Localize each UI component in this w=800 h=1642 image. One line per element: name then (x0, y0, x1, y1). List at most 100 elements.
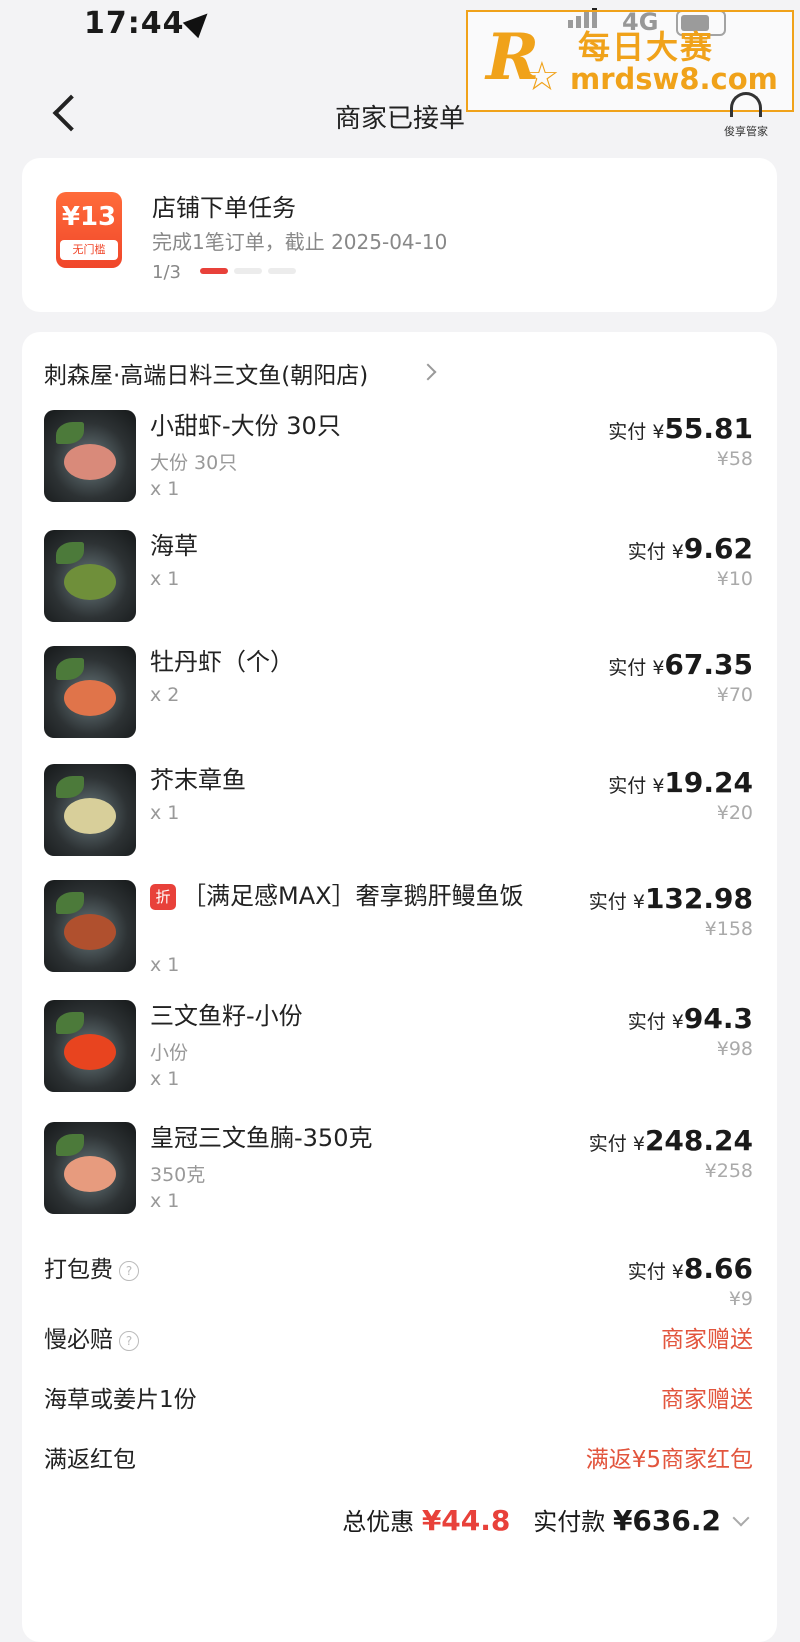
item-name: 芥末章鱼 (150, 764, 570, 796)
order-item[interactable]: 小甜虾-大份 30只大份 30只 x 1 实付 ¥55.81 ¥58 (22, 410, 777, 520)
fee-row: 慢必赔? 商家赠送 (22, 1320, 777, 1364)
item-quantity: x 1 (150, 478, 180, 500)
garnish-leaf (56, 1012, 84, 1034)
original-price: ¥20 (716, 802, 753, 824)
discount-tag: 折 (150, 884, 176, 910)
item-spec: 350克 (150, 1164, 206, 1186)
paid-value: 248.24 (644, 1124, 753, 1157)
item-name: 折 ［满足感MAX］奢享鹅肝鳗鱼饭 (150, 880, 570, 912)
paid-value: 94.3 (683, 1002, 753, 1035)
item-paid: 实付 ¥248.24 (589, 1124, 753, 1157)
item-name: 海草 (150, 530, 570, 562)
item-quantity: x 2 (150, 684, 180, 706)
fee-label-text: 打包费 (44, 1257, 113, 1283)
total-paid-value: ¥636.2 (612, 1504, 721, 1537)
item-quantity: x 1 (150, 802, 180, 824)
chevron-down-icon[interactable] (732, 1509, 750, 1527)
order-item[interactable]: 芥末章鱼 x 1 实付 ¥19.24 ¥20 (22, 764, 777, 874)
original-price: ¥9 (728, 1288, 753, 1310)
food-image (64, 680, 116, 716)
original-price: ¥258 (704, 1160, 753, 1182)
order-item[interactable]: 牡丹虾（个） x 2 实付 ¥67.35 ¥70 (22, 646, 777, 756)
coupon-icon: ¥13 无门槛 (56, 192, 122, 268)
order-item[interactable]: 三文鱼籽-小份小份 x 1 实付 ¥94.3 ¥98 (22, 1000, 777, 1110)
shop-name-link[interactable]: 刺森屋·高端日料三文鱼(朝阳店) (44, 356, 368, 390)
task-progress-text: 1/3 (152, 262, 181, 283)
fee-label: 打包费? (44, 1250, 139, 1284)
fee-row: 海草或姜片1份 商家赠送 (22, 1380, 777, 1424)
item-spec: 大份 30只 (150, 452, 238, 474)
total-paid-label: 实付款 (533, 1508, 606, 1536)
item-name: 三文鱼籽-小份 (150, 1000, 570, 1032)
fee-note: 满返¥5商家红包 (585, 1447, 753, 1473)
coupon-amount: ¥13 (61, 202, 117, 232)
page-title: 商家已接单 (334, 104, 465, 134)
paid-label: 实付 ¥ (588, 1133, 645, 1155)
garnish-leaf (56, 542, 84, 564)
item-quantity: x 1 (150, 1190, 180, 1212)
item-name-text: 牡丹虾（个） (150, 648, 294, 676)
help-icon[interactable]: ? (119, 1261, 139, 1281)
item-spec: 小份 (150, 1042, 189, 1064)
order-card: 刺森屋·高端日料三文鱼(朝阳店) 总优惠 ¥44.8 实付款 ¥636.2 小甜… (22, 332, 777, 1642)
item-name-text: ［满足感MAX］奢享鹅肝鳗鱼饭 (182, 882, 524, 910)
item-paid: 实付 ¥67.35 (608, 648, 753, 681)
item-name-text: 芥末章鱼 (150, 766, 246, 794)
status-time: 17:44 (84, 6, 185, 41)
paid-value: 55.81 (664, 412, 753, 445)
item-name-text: 海草 (150, 532, 198, 560)
item-name: 牡丹虾（个） (150, 646, 570, 678)
item-paid: 实付 ¥94.3 (628, 1002, 753, 1035)
customer-service-button[interactable]: 俊享管家 (716, 92, 776, 148)
item-quantity: x 1 (150, 1068, 180, 1090)
item-paid: 实付 ¥55.81 (608, 412, 753, 445)
original-price: ¥98 (716, 1038, 753, 1060)
item-thumbnail (44, 410, 136, 502)
paid-value: 8.66 (683, 1252, 753, 1285)
nav-bar: 商家已接单 俊享管家 (0, 86, 800, 150)
garnish-leaf (56, 422, 84, 444)
original-price: ¥70 (716, 684, 753, 706)
order-item[interactable]: 折 ［满足感MAX］奢享鹅肝鳗鱼饭 x 1 实付 ¥132.98 ¥158 (22, 880, 777, 990)
item-paid: 实付 ¥132.98 (589, 882, 753, 915)
fee-label: 海草或姜片1份 (44, 1380, 197, 1414)
item-paid: 实付 ¥9.62 (628, 532, 753, 565)
original-price: ¥58 (716, 448, 753, 470)
shop-task-card[interactable]: ¥13 无门槛 店铺下单任务 完成1笔订单，截止 2025-04-10 1/3 (22, 158, 777, 312)
garnish-leaf (56, 776, 84, 798)
item-name-text: 皇冠三文鱼腩-350克 (150, 1124, 373, 1152)
food-image (64, 1156, 116, 1192)
location-arrow-icon (182, 5, 216, 39)
progress-segment (200, 268, 228, 274)
paid-value: 19.24 (664, 766, 753, 799)
order-item[interactable]: 海草 x 1 实付 ¥9.62 ¥10 (22, 530, 777, 640)
paid-label: 实付 ¥ (627, 541, 684, 563)
garnish-leaf (56, 892, 84, 914)
paid-label: 实付 ¥ (608, 421, 665, 443)
fee-label: 满返红包 (44, 1440, 136, 1474)
paid-label: 实付 ¥ (608, 657, 665, 679)
food-image (64, 798, 116, 834)
fee-label-text: 慢必赔 (44, 1327, 113, 1353)
item-paid: 实付 ¥19.24 (608, 766, 753, 799)
paid-value: 9.62 (683, 532, 753, 565)
coupon-sub-label: 无门槛 (60, 240, 118, 260)
chevron-right-icon[interactable] (419, 363, 437, 381)
food-image (64, 914, 116, 950)
original-price: ¥158 (704, 918, 753, 940)
customer-service-label: 俊享管家 (724, 125, 768, 138)
item-name-text: 小甜虾-大份 30只 (150, 412, 341, 440)
paid-value: 132.98 (644, 882, 753, 915)
item-name: 皇冠三文鱼腩-350克 (150, 1122, 570, 1154)
help-icon[interactable]: ? (119, 1331, 139, 1351)
fee-row: 满返红包 满返¥5商家红包 (22, 1440, 777, 1484)
item-thumbnail (44, 646, 136, 738)
item-thumbnail (44, 764, 136, 856)
fee-label: 慢必赔? (44, 1320, 139, 1354)
order-item[interactable]: 皇冠三文鱼腩-350克 350克 x 1 实付 ¥248.24 ¥258 (22, 1122, 777, 1232)
original-price: ¥10 (716, 568, 753, 590)
task-progress-bar (200, 268, 296, 274)
garnish-leaf (56, 1134, 84, 1156)
total-discount-value: ¥44.8 (421, 1504, 511, 1537)
item-thumbnail (44, 1000, 136, 1092)
